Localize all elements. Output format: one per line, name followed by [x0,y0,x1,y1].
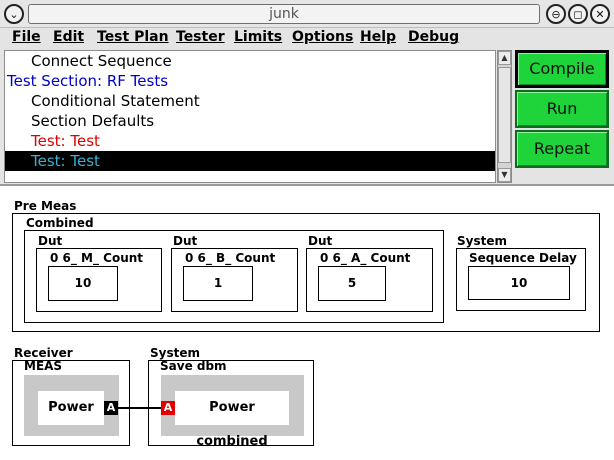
save-dbm-name: Save dbm [160,359,227,373]
chevron-down-icon[interactable]: ⌄ [4,4,24,24]
menu-file[interactable]: File [12,28,41,46]
scroll-up-icon[interactable]: ▲ [498,51,511,65]
menu-debug[interactable]: Debug [408,28,459,46]
receiver-label: Receiver [14,346,73,360]
menu-edit[interactable]: Edit [53,28,84,46]
power-label: Power [38,391,104,425]
menu-test-plan[interactable]: Test Plan [97,28,169,46]
sequence-item[interactable]: Connect Sequence [5,51,495,71]
sequence-item[interactable]: Test: Test [5,131,495,151]
system2-label: System [150,346,200,360]
count-value[interactable]: 1 [183,266,253,301]
maximize-icon[interactable]: ◻ [568,4,588,24]
menu-options[interactable]: Options [292,28,353,46]
power-combined-label: Power combined [175,391,289,449]
count-value[interactable]: 10 [48,266,118,301]
sequence-item[interactable]: Section Defaults [5,111,495,131]
output-port-a[interactable]: A [104,401,118,415]
count-value[interactable]: 5 [318,266,386,301]
title-bar: ⌄ junk ⊖ ◻ ✕ [0,0,614,28]
sequence-item[interactable]: Test Section: RF Tests [5,71,495,91]
compile-button[interactable]: Compile [515,50,609,88]
sequence-delay-value[interactable]: 10 [468,266,570,300]
window-title: junk [28,4,540,24]
menu-bar: File Edit Test Plan Tester Limits Option… [0,28,614,48]
dut-label: Dut [173,234,198,248]
pre-meas-label: Pre Meas [14,199,77,213]
diagram-workspace: Pre Meas Combined Dut 0 6_ M_ Count 10 D… [0,186,614,460]
dut-label: Dut [308,234,333,248]
count-name: 0 6_ M_ Count [50,251,144,265]
list-scrollbar[interactable]: ▲ ▼ [497,50,512,183]
dut-label: Dut [38,234,63,248]
minimize-icon[interactable]: ⊖ [546,4,566,24]
menu-limits[interactable]: Limits [234,28,282,46]
menu-help[interactable]: Help [360,28,396,46]
sequence-item[interactable]: Test: Test [5,151,495,171]
repeat-button[interactable]: Repeat [515,130,609,168]
close-icon[interactable]: ✕ [590,4,610,24]
sequence-list[interactable]: Connect Sequence Test Section: RF Tests Co… [4,50,496,183]
sequence-delay-name: Sequence Delay [469,251,577,265]
connection-wire[interactable] [118,407,161,409]
sequence-item[interactable]: Conditional Statement [5,91,495,111]
system-label: System [457,234,507,248]
count-name: 0 6_ A_ Count [320,251,411,265]
count-name: 0 6_ B_ Count [185,251,276,265]
combined-label: Combined [26,216,94,230]
scroll-thumb[interactable] [498,67,511,163]
run-button[interactable]: Run [515,90,609,128]
menu-tester[interactable]: Tester [176,28,225,46]
scroll-down-icon[interactable]: ▼ [498,168,511,182]
input-port-a[interactable]: A [161,401,175,415]
meas-name: MEAS [24,359,63,373]
